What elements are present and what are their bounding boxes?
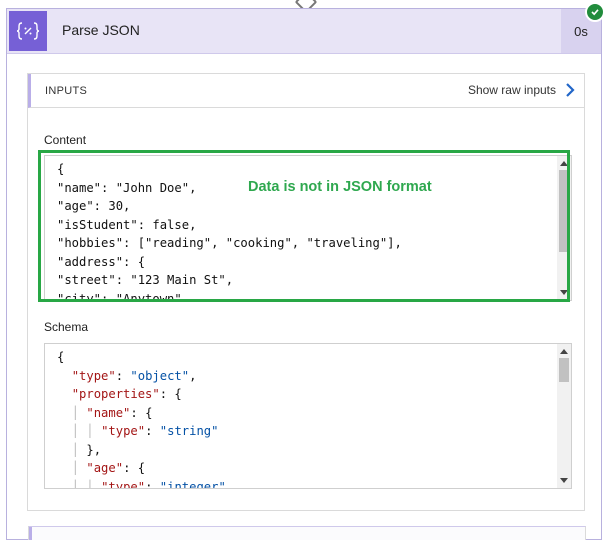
schema-label: Schema — [44, 320, 89, 334]
action-header[interactable]: Parse JSON 0s — [7, 9, 601, 54]
schema-code-line: │ "name": { — [71, 405, 153, 420]
show-raw-inputs-label: Show raw inputs — [467, 83, 556, 97]
schema-code-line: { — [57, 350, 65, 364]
scroll-up-icon[interactable] — [560, 349, 568, 354]
scroll-down-icon[interactable] — [560, 478, 568, 483]
chevron-right-icon — [566, 83, 575, 97]
content-code-line: { — [57, 162, 65, 176]
success-check-icon — [585, 2, 605, 22]
schema-code-line: │ │ "type": "integer" — [71, 479, 226, 489]
next-section-edge — [28, 526, 586, 540]
schema-code-line: "properties": { — [71, 387, 182, 401]
content-code-line: "address": { — [57, 254, 146, 269]
page: Parse JSON 0s INPUTS Show raw inputs Con… — [0, 0, 610, 540]
schema-code: { "type": "object", "properties": { │ "n… — [57, 348, 226, 489]
schema-scroll-thumb[interactable] — [559, 358, 569, 382]
content-code-line: "hobbies": ["reading", "cooking", "trave… — [57, 236, 402, 250]
schema-code-line: │ }, — [71, 442, 102, 457]
annotation-text: Data is not in JSON format — [248, 179, 432, 195]
schema-code-line: │ │ "type": "string" — [71, 424, 219, 438]
scroll-up-icon[interactable] — [560, 161, 568, 166]
parse-json-action-card: Parse JSON 0s INPUTS Show raw inputs Con… — [6, 2, 605, 540]
curly-braces-icon — [9, 11, 47, 51]
content-scroll-thumb[interactable] — [559, 170, 569, 252]
content-scrollbar[interactable] — [557, 156, 571, 300]
schema-code-line: │ "age": { — [71, 461, 146, 475]
show-raw-inputs-link[interactable]: Show raw inputs — [468, 82, 576, 98]
schema-code-line: "type": "object", — [71, 368, 197, 383]
content-field[interactable]: {"name": "John Doe", "age": 30, "isStudent… — [44, 155, 572, 301]
content-label: Content — [44, 133, 87, 147]
content-code-line: "city": "Anytown", — [57, 291, 190, 301]
content-code-line: "street": "123 Main St", — [57, 273, 234, 287]
inputs-section-label: INPUTS — [45, 85, 88, 97]
schema-field[interactable]: { "type": "object", "properties": { │ "n… — [44, 343, 572, 489]
content-code-line: "age": 30, — [57, 199, 131, 213]
action-title: Parse JSON — [62, 22, 140, 38]
schema-scrollbar[interactable] — [557, 344, 571, 488]
inputs-header: INPUTS Show raw inputs — [28, 74, 584, 108]
scroll-down-icon[interactable] — [560, 290, 568, 295]
content-code-line: "isStudent": false, — [57, 217, 197, 232]
